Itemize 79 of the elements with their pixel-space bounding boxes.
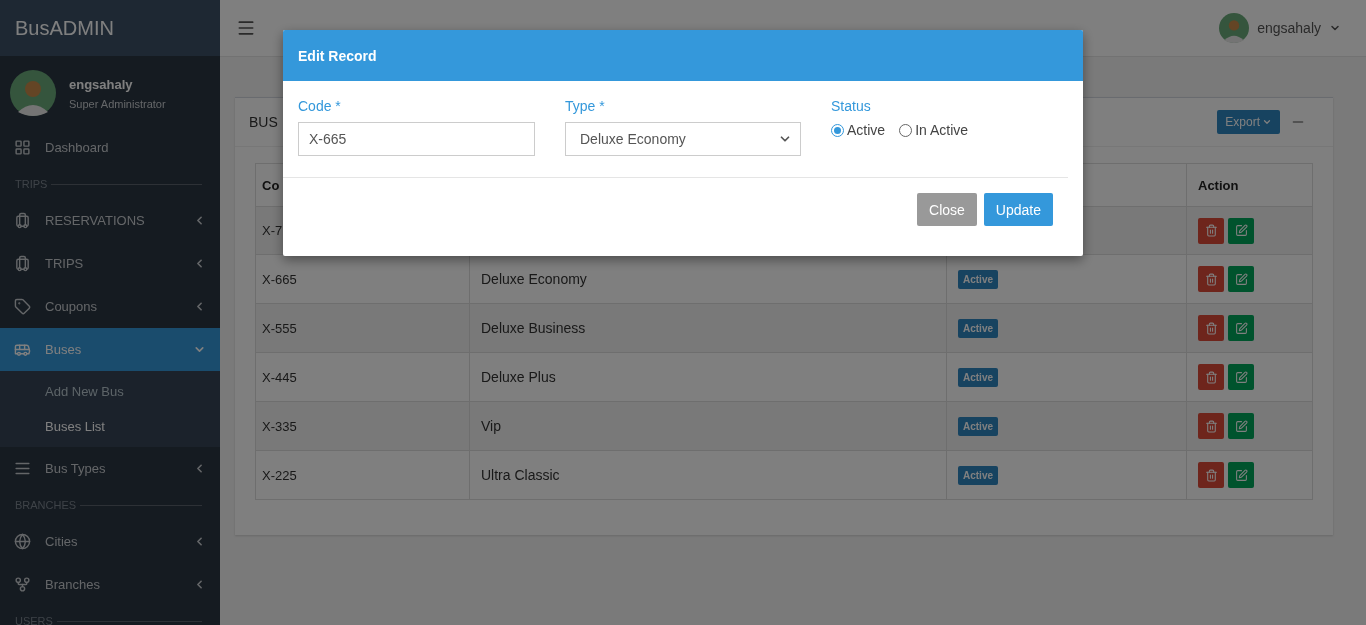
field-label: Type * (565, 98, 606, 114)
user-name: engsahaly (69, 76, 134, 92)
export-button[interactable]: Export (1217, 110, 1280, 134)
edit-icon (1234, 419, 1248, 433)
field-label: Code * (298, 98, 342, 114)
sidebar-item[interactable]: Buses (0, 328, 220, 371)
edit-icon (1234, 370, 1248, 384)
edit-button[interactable] (1228, 462, 1254, 488)
globe-icon (14, 533, 31, 550)
table-cell: Deluxe Business (481, 320, 586, 336)
status-badge: Active (958, 367, 998, 387)
sidebar-item[interactable]: TRIPS (0, 242, 220, 285)
luggage-icon (14, 255, 31, 272)
edit-button[interactable] (1228, 315, 1254, 341)
card-title: BUS (249, 114, 278, 130)
table-cell: X-445 (262, 369, 297, 385)
sidebar-item[interactable]: Cities (0, 520, 220, 563)
status-badge: Active (958, 416, 998, 436)
submenu-item[interactable]: Add New Bus (0, 374, 220, 409)
delete-button[interactable] (1198, 413, 1224, 439)
status-radio[interactable]: In Active (899, 122, 969, 138)
menu-icon[interactable] (236, 18, 256, 38)
avatar (1219, 13, 1250, 43)
update-button[interactable]: Update (983, 193, 1053, 226)
delete-button[interactable] (1198, 364, 1224, 390)
delete-button[interactable] (1198, 217, 1224, 244)
table-cell: Vip (481, 418, 501, 434)
user-role: Super Administrator (69, 97, 166, 110)
sidebar-item[interactable]: Coupons (0, 285, 220, 328)
sidebar-item[interactable]: RESERVATIONS (0, 199, 220, 242)
trash-icon (1204, 272, 1218, 286)
status-radio[interactable]: Active (831, 122, 886, 138)
edit-icon (1234, 272, 1248, 286)
status-badge: Active (958, 465, 998, 485)
delete-button[interactable] (1198, 315, 1224, 341)
delete-button[interactable] (1198, 266, 1224, 292)
trash-icon (1204, 468, 1218, 482)
caret-icon (1262, 117, 1272, 127)
sidebar-item[interactable]: Dashboard (0, 126, 220, 169)
trash-icon (1204, 370, 1218, 384)
table-cell: Deluxe Economy (481, 271, 587, 287)
table-cell: Deluxe Plus (481, 369, 556, 385)
table-cell: X-665 (262, 271, 297, 287)
column-header: Co (262, 177, 280, 193)
trash-icon (1204, 419, 1218, 433)
table-cell: X-7 (262, 223, 283, 238)
table-cell: X-335 (262, 418, 297, 434)
field-label: Status (831, 98, 872, 114)
close-button[interactable]: Close (917, 193, 977, 226)
dialog-title: Edit Record (283, 30, 1083, 81)
sidebar-item[interactable]: Branches (0, 563, 220, 606)
edit-icon (1234, 224, 1248, 237)
column-header: Action (1198, 177, 1239, 193)
code-input[interactable]: X-665 (298, 122, 535, 156)
edit-button[interactable] (1228, 266, 1254, 292)
grid-icon (14, 139, 31, 156)
luggage-icon (14, 212, 31, 229)
trash-icon (1204, 224, 1218, 237)
status-badge: Active (958, 269, 998, 289)
status-badge: Active (958, 318, 998, 338)
list-icon (14, 460, 31, 477)
table-cell: Ultra Classic (481, 467, 560, 483)
edit-icon (1234, 468, 1248, 482)
edit-button[interactable] (1228, 217, 1254, 244)
brand-logo[interactable]: BusADMIN (0, 0, 220, 56)
tag-icon (14, 298, 31, 315)
trash-icon (1204, 321, 1218, 335)
submenu-item[interactable]: Buses List (0, 409, 220, 444)
table-cell: X-555 (262, 320, 297, 336)
edit-button[interactable] (1228, 413, 1254, 439)
edit-icon (1234, 321, 1248, 335)
fork-icon (14, 576, 31, 593)
delete-button[interactable] (1198, 462, 1224, 488)
table-cell: X-225 (262, 467, 297, 483)
user-menu[interactable]: engsahaly (1219, 13, 1341, 43)
edit-button[interactable] (1228, 364, 1254, 390)
type-select[interactable]: Deluxe Economy (565, 122, 801, 156)
avatar (10, 70, 56, 116)
sidebar-item[interactable]: Bus Types (0, 447, 220, 490)
